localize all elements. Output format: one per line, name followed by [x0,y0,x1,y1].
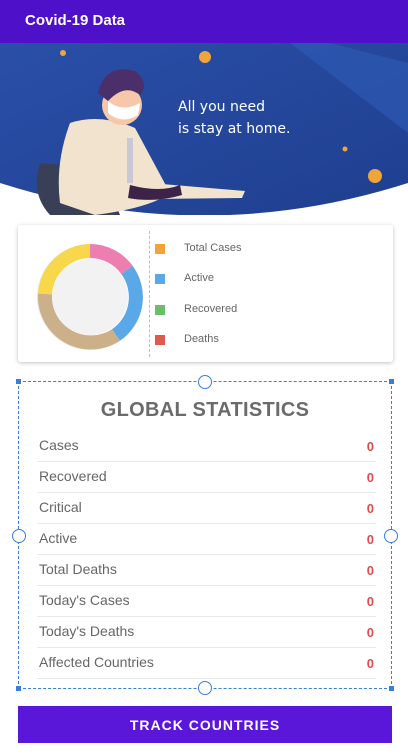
stat-label: Today's Cases [39,592,130,608]
stat-value: 0 [366,625,374,640]
resize-handle-left[interactable] [12,529,26,543]
legend-divider [149,231,150,357]
legend-label: Total Cases [184,242,242,254]
chart-card: Total Cases Active Recovered Deaths [18,225,393,362]
stat-row-todays-cases: Today's Cases 0 [37,585,376,617]
stat-row-cases: Cases 0 [37,430,376,462]
stat-value: 0 [366,594,374,609]
corner-handle[interactable] [389,379,394,384]
legend-label: Recovered [184,303,238,315]
stat-value: 0 [366,501,374,516]
stat-row-todays-deaths: Today's Deaths 0 [37,616,376,648]
app-bar: Covid-19 Data [0,0,408,43]
stat-label: Total Deaths [39,561,117,577]
stat-value: 0 [366,656,374,671]
global-statistics-card[interactable]: GLOBAL STATISTICS Cases 0 Recovered 0 Cr… [12,375,398,695]
corner-handle[interactable] [16,686,21,691]
stat-row-total-deaths: Total Deaths 0 [37,554,376,586]
stay-home-banner: All you need is stay at home. [0,43,408,216]
legend-label: Deaths [184,333,219,345]
resize-handle-top[interactable] [198,375,212,389]
legend-swatch [155,274,165,284]
stat-value: 0 [366,439,374,454]
stat-label: Affected Countries [39,654,154,670]
stats-title: GLOBAL STATISTICS [100,399,310,421]
legend-swatch [155,335,165,345]
corner-handle[interactable] [389,686,394,691]
legend-swatch [155,244,165,254]
stat-row-active: Active 0 [37,523,376,555]
stat-value: 0 [366,470,374,485]
legend-swatch [155,305,165,315]
resize-handle-bottom[interactable] [198,681,212,695]
legend-label: Active [184,272,214,284]
app-title: Covid-19 Data [25,12,126,29]
stat-label: Cases [39,437,79,453]
corner-handle[interactable] [16,379,21,384]
stat-label: Today's Deaths [39,623,135,639]
stat-row-affected-countries: Affected Countries 0 [37,647,376,679]
stat-row-recovered: Recovered 0 [37,461,376,493]
banner-line-1: All you need [178,99,265,115]
donut-chart [37,244,143,350]
banner-line-2: is stay at home. [178,121,290,137]
stat-value: 0 [366,532,374,547]
resize-handle-right[interactable] [384,529,398,543]
stat-value: 0 [366,563,374,578]
stat-label: Recovered [39,468,107,484]
track-countries-button[interactable]: TRACK COUNTRIES [18,706,392,743]
stat-row-critical: Critical 0 [37,492,376,524]
stat-label: Critical [39,499,82,515]
stat-label: Active [39,530,78,546]
